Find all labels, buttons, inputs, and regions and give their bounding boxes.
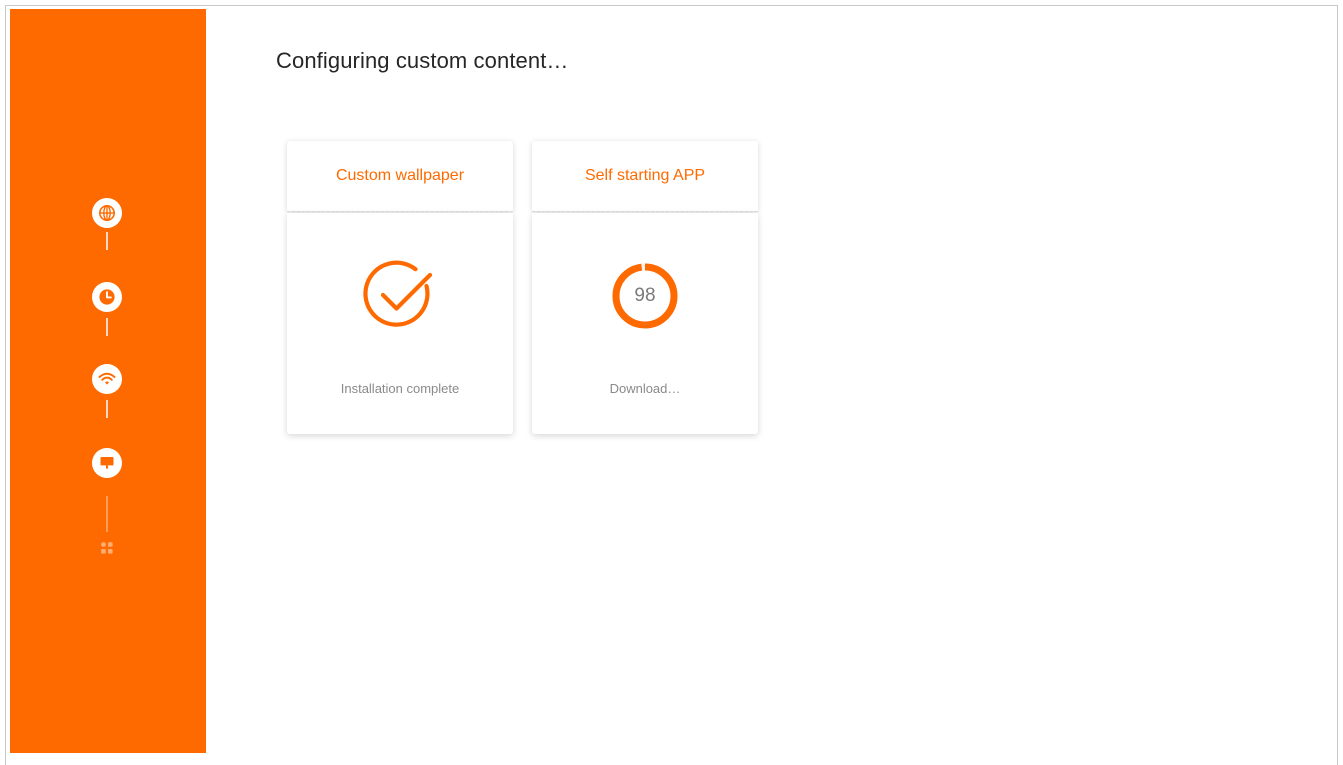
card-body: 98 Download… [532,213,758,434]
progress-ring: 98 [608,259,682,333]
check-circle-icon [363,259,437,333]
card-body: Installation complete [287,213,513,434]
progress-value: 98 [634,285,656,306]
step-connector [106,496,108,532]
wallpaper-card: Custom wallpaper Installation complete [287,141,513,434]
card-title: Self starting APP [532,141,758,211]
wifi-icon [98,372,116,385]
step-network [92,364,122,394]
step-apps [97,538,117,558]
globe-icon [99,205,115,221]
step-connector [106,400,108,418]
clock-icon [99,289,115,305]
step-language [92,198,122,228]
card-divider [532,211,758,212]
display-icon [100,457,114,469]
card-status: Download… [609,381,681,396]
page-title: Configuring custom content… [276,48,569,73]
setup-sidebar [10,9,206,753]
step-connector [106,232,108,250]
step-time [92,282,122,312]
card-divider [287,211,513,212]
step-display [92,448,122,478]
apps-grid-icon [101,542,113,554]
card-title: Custom wallpaper [287,141,513,211]
step-connector [106,318,108,336]
card-status: Installation complete [340,381,460,396]
autostart-app-card: Self starting APP 98 Download… [532,141,758,434]
